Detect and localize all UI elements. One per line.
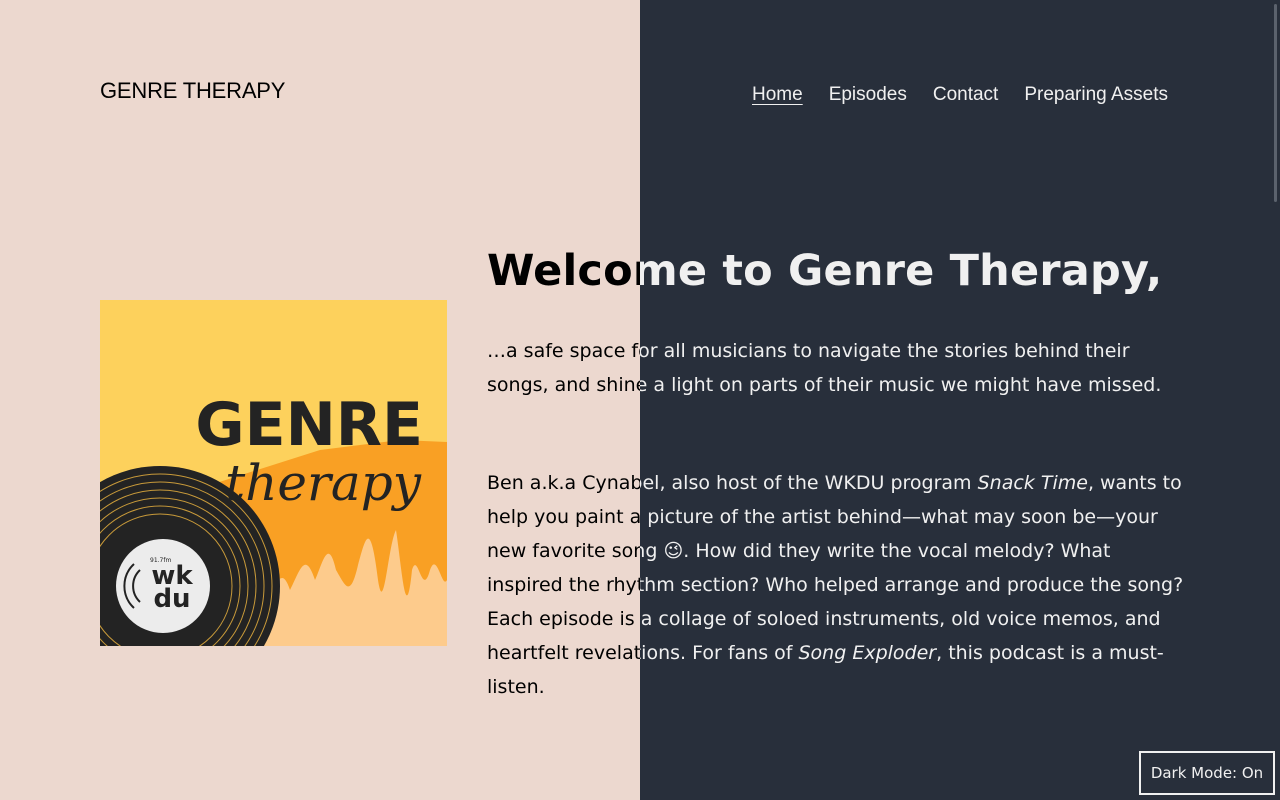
dark-mode-toggle-button[interactable]: Dark Mode: On xyxy=(1139,751,1275,795)
scrollbar-thumb[interactable] xyxy=(1274,4,1277,202)
program-name: Snack Time xyxy=(977,472,1088,494)
nav-preparing-assets[interactable]: Preparing Assets xyxy=(1024,84,1168,106)
site-title[interactable]: GENRE THERAPY xyxy=(100,78,285,104)
cover-title-genre: GENRE xyxy=(195,390,423,460)
primary-nav: Home Episodes Contact Preparing Assets xyxy=(752,84,1168,106)
badge-du: du xyxy=(153,584,190,614)
podcast-cover-art: GENRE therapy wk du 91.7fm xyxy=(100,300,447,646)
badge-frequency: 91.7fm xyxy=(150,557,171,564)
nav-home[interactable]: Home xyxy=(752,84,803,106)
nav-contact[interactable]: Contact xyxy=(933,84,998,106)
scrollbar[interactable] xyxy=(1270,0,1280,800)
wink-emoji: 😉 xyxy=(663,540,684,562)
nav-episodes[interactable]: Episodes xyxy=(829,84,907,106)
reference-show: Song Exploder xyxy=(798,642,937,664)
cover-title-therapy: therapy xyxy=(225,454,422,512)
cover-illustration: GENRE therapy wk du 91.7fm xyxy=(100,300,447,646)
